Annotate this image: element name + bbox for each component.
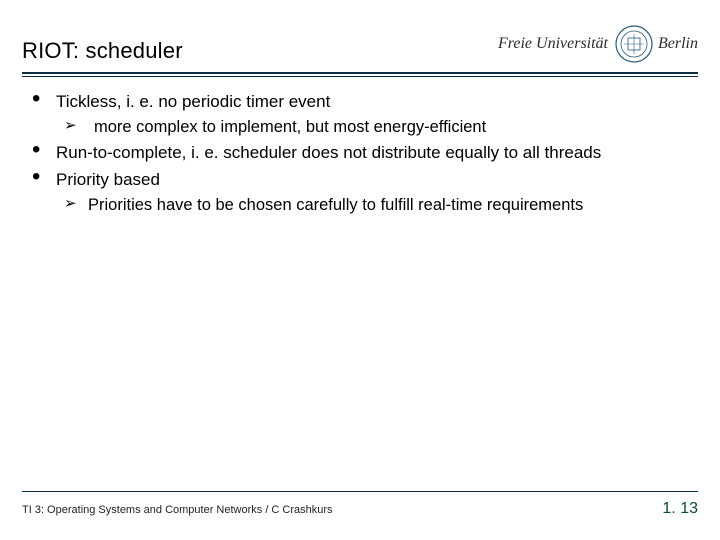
sub-text: more complex to implement, but most ener… (88, 118, 486, 136)
bullet-list: Tickless, i. e. no periodic timer event … (28, 91, 692, 216)
sub-list: Priorities have to be chosen carefully t… (56, 194, 692, 216)
bullet-text: Run-to-complete, i. e. scheduler does no… (56, 143, 601, 162)
slide: RIOT: scheduler Freie Universität Berlin (0, 0, 720, 540)
bullet-item: Priority based Priorities have to be cho… (28, 169, 692, 216)
bullet-item: Tickless, i. e. no periodic timer event … (28, 91, 692, 138)
brand-city: Berlin (658, 35, 698, 53)
seal-icon (614, 24, 654, 64)
slide-number: 1. 13 (662, 500, 698, 518)
sub-item: more complex to implement, but most ener… (56, 116, 692, 138)
footer-row: TI 3: Operating Systems and Computer Net… (22, 500, 698, 518)
sub-list: more complex to implement, but most ener… (56, 116, 692, 138)
bullet-text: Priority based (56, 170, 160, 189)
content: Tickless, i. e. no periodic timer event … (22, 77, 698, 216)
sub-item: Priorities have to be chosen carefully t… (56, 194, 692, 216)
sub-text: Priorities have to be chosen carefully t… (88, 196, 583, 214)
bullet-text: Tickless, i. e. no periodic timer event (56, 92, 330, 111)
header: RIOT: scheduler Freie Universität Berlin (22, 24, 698, 70)
footer-rule (22, 491, 698, 492)
brand-text: Freie Universität (498, 35, 608, 53)
brand: Freie Universität Berlin (498, 24, 698, 64)
header-rule-thick (22, 72, 698, 74)
slide-title: RIOT: scheduler (22, 38, 183, 64)
bullet-item: Run-to-complete, i. e. scheduler does no… (28, 142, 692, 165)
footer: TI 3: Operating Systems and Computer Net… (22, 491, 698, 518)
footer-left: TI 3: Operating Systems and Computer Net… (22, 504, 333, 516)
